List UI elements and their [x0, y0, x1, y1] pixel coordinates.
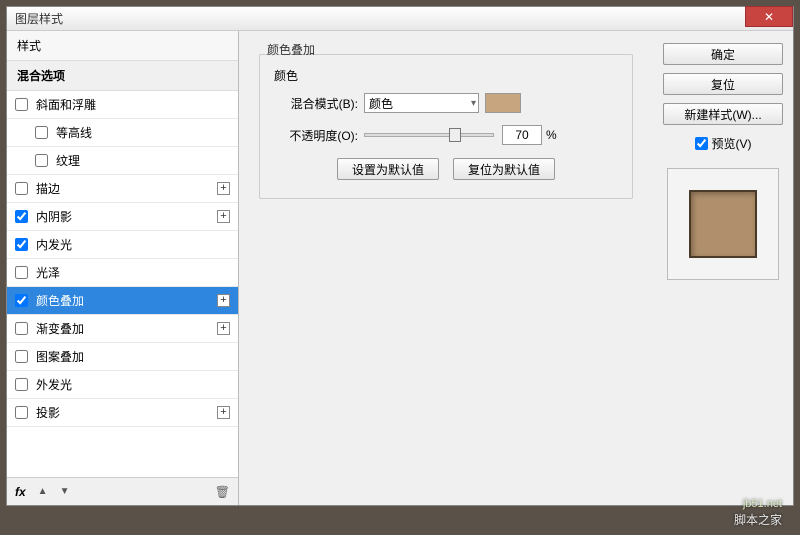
titlebar[interactable]: 图层样式 ✕ [7, 7, 793, 31]
styles-footer: fx ▲ ▼ 🗑 [7, 477, 238, 505]
style-list: 斜面和浮雕等高线纹理描边 + 内阴影 + 内发光光泽颜色叠加 + 渐变叠加 + 图案叠加外发光投… [7, 91, 238, 477]
preview-checkbox[interactable] [695, 137, 708, 150]
blend-mode-select[interactable]: 颜色 ▾ [364, 93, 479, 113]
settings-panel: 颜色叠加 颜色 混合模式(B): 颜色 ▾ 不透明度(O): [239, 31, 653, 505]
style-item-label: 内阴影 [36, 208, 72, 225]
watermark: jb51.net 脚本之家 [734, 497, 782, 529]
style-item[interactable]: 纹理 [7, 147, 238, 175]
close-button[interactable]: ✕ [745, 6, 793, 27]
cancel-button[interactable]: 复位 [663, 73, 783, 95]
preview-label: 预览(V) [712, 135, 752, 152]
style-checkbox[interactable] [15, 350, 28, 363]
style-checkbox[interactable] [15, 210, 28, 223]
plus-icon[interactable]: + [217, 322, 230, 335]
dialog-body: 样式 混合选项 斜面和浮雕等高线纹理描边 + 内阴影 + 内发光光泽颜色叠加 + 渐变叠加 +… [7, 31, 793, 505]
style-checkbox[interactable] [15, 266, 28, 279]
preview-box [667, 168, 779, 280]
style-checkbox[interactable] [15, 294, 28, 307]
style-item[interactable]: 图案叠加 [7, 343, 238, 371]
styles-panel: 样式 混合选项 斜面和浮雕等高线纹理描边 + 内阴影 + 内发光光泽颜色叠加 + 渐变叠加 +… [7, 31, 239, 505]
preview-thumbnail [689, 190, 757, 258]
style-checkbox[interactable] [15, 238, 28, 251]
opacity-label: 不透明度(O): [274, 127, 364, 144]
blend-options-header[interactable]: 混合选项 [7, 61, 238, 91]
plus-icon[interactable]: + [217, 294, 230, 307]
new-style-button[interactable]: 新建样式(W)... [663, 103, 783, 125]
overlay-color-swatch[interactable] [485, 93, 521, 113]
style-item[interactable]: 颜色叠加 + [7, 287, 238, 315]
close-icon: ✕ [764, 10, 774, 24]
style-item-label: 内发光 [36, 236, 72, 253]
style-checkbox[interactable] [35, 126, 48, 139]
opacity-slider[interactable] [364, 133, 494, 137]
watermark-url: jb51.net [734, 497, 782, 512]
style-checkbox[interactable] [15, 378, 28, 391]
style-item-label: 投影 [36, 404, 60, 421]
style-item-label: 图案叠加 [36, 348, 84, 365]
style-checkbox[interactable] [15, 406, 28, 419]
watermark-name: 脚本之家 [734, 512, 782, 529]
reset-default-button[interactable]: 复位为默认值 [453, 158, 555, 180]
make-default-button[interactable]: 设置为默认值 [337, 158, 439, 180]
style-checkbox[interactable] [35, 154, 48, 167]
style-checkbox[interactable] [15, 182, 28, 195]
style-item[interactable]: 外发光 [7, 371, 238, 399]
opacity-slider-thumb[interactable] [449, 128, 461, 142]
blend-mode-row: 混合模式(B): 颜色 ▾ [274, 92, 618, 114]
style-checkbox[interactable] [15, 322, 28, 335]
color-group: 颜色 混合模式(B): 颜色 ▾ 不透明度(O): % [259, 54, 633, 199]
color-group-title: 颜色 [274, 67, 618, 84]
style-checkbox[interactable] [15, 98, 28, 111]
arrow-down-icon[interactable]: ▼ [60, 486, 70, 497]
style-item[interactable]: 渐变叠加 + [7, 315, 238, 343]
style-item[interactable]: 投影 + [7, 399, 238, 427]
opacity-unit: % [546, 128, 557, 142]
style-item[interactable]: 等高线 [7, 119, 238, 147]
style-item[interactable]: 描边 + [7, 175, 238, 203]
blend-mode-label: 混合模式(B): [274, 95, 364, 112]
plus-icon[interactable]: + [217, 210, 230, 223]
trash-icon[interactable]: 🗑 [215, 485, 230, 499]
style-item-label: 描边 [36, 180, 60, 197]
style-item-label: 渐变叠加 [36, 320, 84, 337]
style-item[interactable]: 内发光 [7, 231, 238, 259]
opacity-input[interactable] [502, 125, 542, 145]
plus-icon[interactable]: + [217, 182, 230, 195]
plus-icon[interactable]: + [217, 406, 230, 419]
style-item-label: 外发光 [36, 376, 72, 393]
style-item-label: 等高线 [56, 124, 92, 141]
style-item-label: 纹理 [56, 152, 80, 169]
style-item-label: 颜色叠加 [36, 292, 84, 309]
action-panel: 确定 复位 新建样式(W)... 预览(V) [653, 31, 793, 505]
opacity-row: 不透明度(O): % [274, 124, 618, 146]
window-title: 图层样式 [15, 10, 63, 27]
arrow-up-icon[interactable]: ▲ [38, 486, 48, 497]
style-item[interactable]: 内阴影 + [7, 203, 238, 231]
fx-menu-button[interactable]: fx [15, 485, 26, 499]
layer-style-dialog: 图层样式 ✕ 样式 混合选项 斜面和浮雕等高线纹理描边+内阴影+内发光光泽颜色叠… [6, 6, 794, 506]
style-item[interactable]: 光泽 [7, 259, 238, 287]
ok-button[interactable]: 确定 [663, 43, 783, 65]
styles-header[interactable]: 样式 [7, 31, 238, 61]
style-item[interactable]: 斜面和浮雕 [7, 91, 238, 119]
style-item-label: 光泽 [36, 264, 60, 281]
style-item-label: 斜面和浮雕 [36, 96, 96, 113]
preview-toggle-row: 预览(V) [663, 135, 783, 152]
default-buttons-row: 设置为默认值 复位为默认值 [274, 158, 618, 180]
chevron-down-icon: ▾ [471, 98, 476, 109]
blend-mode-value: 颜色 [369, 95, 393, 112]
